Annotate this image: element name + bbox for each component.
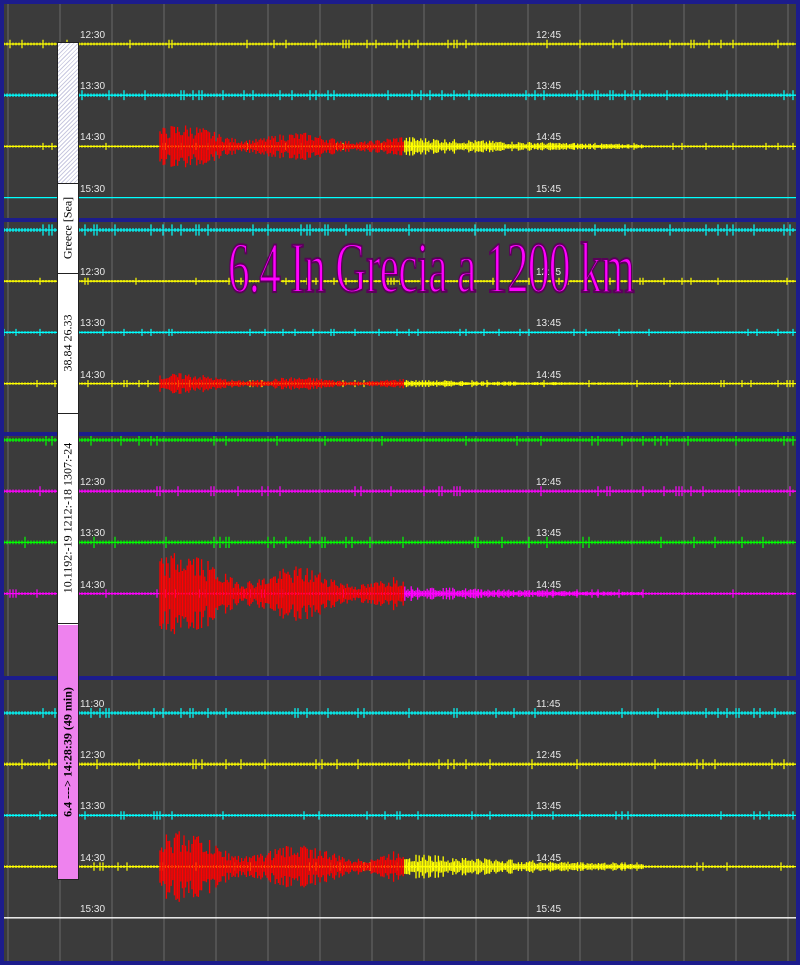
trace-event-signal xyxy=(159,831,404,902)
time-label-left: 13:30 xyxy=(80,801,106,813)
time-label-right: 14:45 xyxy=(536,579,562,591)
info-region-segment: Greece [Sea] xyxy=(58,183,78,274)
time-label-right: 12:45 xyxy=(536,750,562,762)
info-coords-text: 38.84 26.33 xyxy=(60,314,75,372)
time-label-right: 12:45 xyxy=(536,30,562,41)
info-stations-text: 10.1192:-19 1212:-18 1307:-24 xyxy=(60,442,75,594)
time-label-left: 12:30 xyxy=(80,30,106,41)
time-label-right: 11:45 xyxy=(536,699,561,710)
info-hatch-segment xyxy=(58,43,78,184)
time-label-left: 14:30 xyxy=(80,369,106,381)
trace-event-signal xyxy=(159,553,404,635)
time-label-left: 13:30 xyxy=(80,528,106,540)
info-coords-segment: 38.84 26.33 xyxy=(58,273,78,414)
seismogram-panel-4: 11:30 11:45 12:30 12:45 13:30 13:45 14:30 14:45… xyxy=(4,680,796,961)
seismogram-panel-3: 12:30 12:45 13:30 13:45 14:30 14:45 xyxy=(4,436,796,676)
time-label-right: 12:45 xyxy=(536,477,562,489)
time-label-left: 15:30 xyxy=(80,903,106,915)
seismogram-window: 12:30 12:45 13:30 13:45 14:30 14:45 15:30 15:45… xyxy=(0,0,800,965)
time-label-left: 13:30 xyxy=(80,318,106,330)
trace-event-signal xyxy=(159,373,404,394)
time-label-left: 12:30 xyxy=(80,477,106,489)
time-label-left: 11:30 xyxy=(80,699,105,710)
overlay-title: 6.4 In Grecia a 1200 km xyxy=(227,228,635,308)
time-label-right: 13:45 xyxy=(536,81,562,93)
time-label-right: 13:45 xyxy=(536,801,562,813)
time-label-left: 14:30 xyxy=(80,132,106,144)
seismogram-panel-1: 12:30 12:45 13:30 13:45 14:30 14:45 15:30 15:45 xyxy=(4,4,796,218)
info-event-text: 6.4 ---> 14:28:39 (49 min) xyxy=(60,687,75,817)
time-label-right: 14:45 xyxy=(536,369,562,381)
info-event-segment: 6.4 ---> 14:28:39 (49 min) xyxy=(58,625,78,879)
time-label-left: 14:30 xyxy=(80,852,106,864)
time-label-right: 13:45 xyxy=(536,528,562,540)
waveform-canvas xyxy=(4,680,796,961)
time-label-right: 14:45 xyxy=(536,132,562,144)
time-label-right: 15:45 xyxy=(536,183,562,195)
time-label-left: 12:30 xyxy=(80,750,106,762)
info-region-text: Greece [Sea] xyxy=(60,196,75,260)
waveform-canvas xyxy=(4,4,796,218)
waveform-canvas xyxy=(4,436,796,676)
time-label-left: 15:30 xyxy=(80,183,106,195)
time-label-left: 13:30 xyxy=(80,81,106,93)
time-label-left: 14:30 xyxy=(80,579,106,591)
trace-event-signal xyxy=(159,125,404,168)
trace-noise xyxy=(4,436,794,446)
time-label-right: 13:45 xyxy=(536,318,562,330)
time-label-left: 12:30 xyxy=(80,267,106,279)
info-stations-segment: 10.1192:-19 1212:-18 1307:-24 xyxy=(58,413,78,624)
time-label-right: 14:45 xyxy=(536,852,562,864)
time-label-right: 15:45 xyxy=(536,903,562,915)
event-info-strip: Greece [Sea] 38.84 26.33 10.1192:-19 121… xyxy=(57,42,79,880)
